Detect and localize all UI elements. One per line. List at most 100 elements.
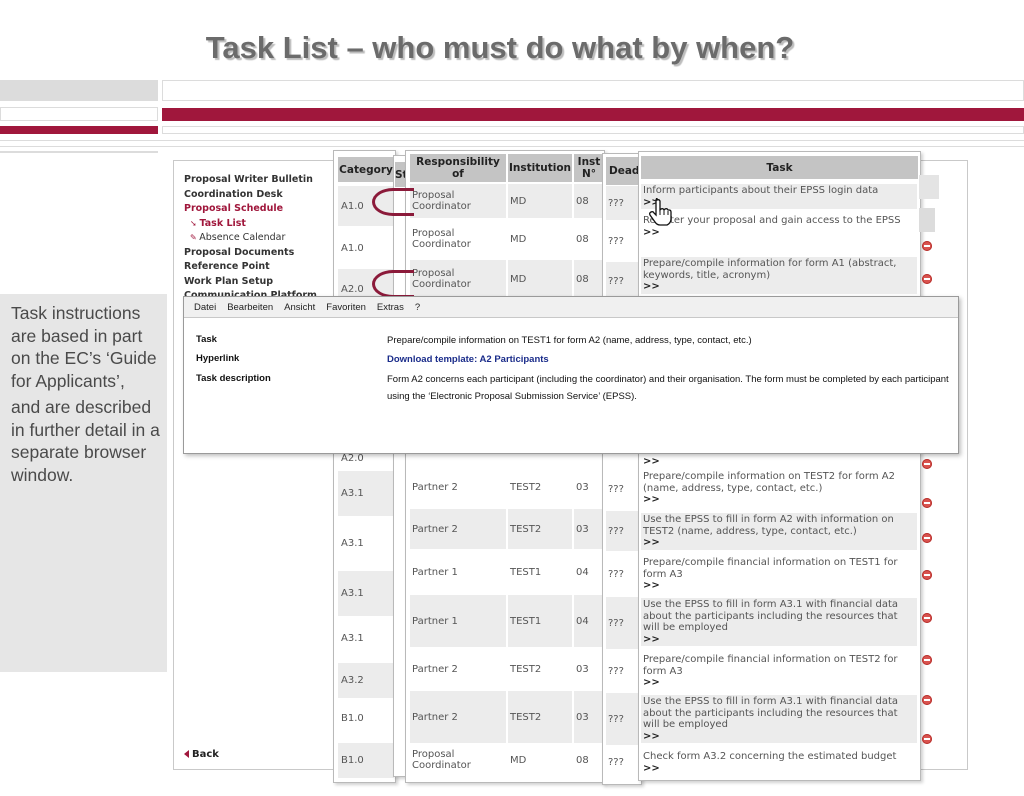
deadline-cell: ??? bbox=[608, 235, 624, 247]
decor-bar-red-left bbox=[0, 126, 158, 134]
nav-item-workplan[interactable]: Work Plan Setup bbox=[184, 275, 317, 290]
institution-cell: TEST2 bbox=[510, 663, 542, 675]
delete-icon[interactable] bbox=[922, 570, 932, 580]
deadline-panel: Dead ?????????????????????????????? bbox=[602, 153, 642, 785]
task-cell[interactable]: Prepare/compile information for form A1 … bbox=[641, 257, 917, 294]
decor-bar-gray-left bbox=[0, 80, 158, 101]
task-text: Prepare/compile information on TEST2 for… bbox=[643, 471, 895, 494]
menu-datei[interactable]: Datei bbox=[194, 302, 216, 313]
menu-favoriten[interactable]: Favoriten bbox=[326, 302, 366, 313]
nav-item-reference[interactable]: Reference Point bbox=[184, 260, 317, 275]
deadline-cell: ??? bbox=[608, 483, 624, 495]
delete-icon[interactable] bbox=[922, 734, 932, 744]
task-value: Prepare/compile information on TEST1 for… bbox=[387, 335, 752, 346]
category-cell: B1.0 bbox=[341, 713, 364, 724]
pencil-icon: ✎ bbox=[190, 233, 200, 242]
inst-no-cell: 03 bbox=[576, 481, 589, 493]
deadline-header[interactable]: Dead bbox=[606, 157, 641, 185]
deadline-cell: ??? bbox=[606, 511, 640, 551]
task-cell[interactable]: Prepare/compile financial information on… bbox=[641, 653, 917, 690]
deadline-cell: ??? bbox=[606, 597, 640, 649]
nav-item-bulletin[interactable]: Proposal Writer Bulletin bbox=[184, 173, 317, 188]
task-cell[interactable]: Check form A3.2 concerning the estimated… bbox=[641, 750, 917, 775]
more-link[interactable]: >> bbox=[643, 731, 660, 742]
responsibility-header[interactable]: Responsibility of bbox=[410, 154, 506, 182]
task-cell[interactable]: Use the EPSS to fill in form A3.1 with f… bbox=[641, 598, 917, 646]
responsibility-cell: Partner 2 bbox=[410, 691, 506, 743]
task-text: Prepare/compile financial information on… bbox=[643, 557, 898, 580]
institution-cell: TEST2 bbox=[510, 481, 542, 493]
delete-icon[interactable] bbox=[922, 695, 932, 705]
download-template-link[interactable]: Download template: A2 Participants bbox=[387, 351, 952, 368]
inst-no-cell: 04 bbox=[574, 595, 604, 647]
delete-icon[interactable] bbox=[922, 241, 932, 251]
delete-icon[interactable] bbox=[922, 655, 932, 665]
side-note-para1: Task instructions are based in part on t… bbox=[11, 303, 157, 391]
inst-no-header[interactable]: Inst N° bbox=[574, 154, 604, 182]
nav-item-absence[interactable]: ✎ Absence Calendar bbox=[184, 231, 317, 246]
delete-icon[interactable] bbox=[922, 613, 932, 623]
delete-icon[interactable] bbox=[922, 459, 932, 469]
delete-icon[interactable] bbox=[922, 533, 932, 543]
institution-cell: TEST1 bbox=[508, 595, 572, 647]
institution-header[interactable]: Institution bbox=[508, 154, 572, 182]
responsibility-cell: Partner 1 bbox=[412, 566, 458, 578]
more-link[interactable]: >> bbox=[643, 677, 660, 688]
nav-item-absence-label: Absence Calendar bbox=[199, 232, 286, 243]
back-link[interactable]: Back bbox=[184, 749, 219, 760]
responsibility-cell: Partner 2 bbox=[412, 481, 458, 493]
task-panel: Task Inform participants about their EPS… bbox=[638, 151, 921, 781]
delete-icon[interactable] bbox=[922, 274, 932, 284]
more-link[interactable]: >> bbox=[643, 494, 660, 505]
institution-cell: MD bbox=[508, 184, 572, 218]
decor-bar-line-left bbox=[0, 107, 158, 121]
menu-bearbeiten[interactable]: Bearbeiten bbox=[227, 302, 273, 313]
more-link[interactable]: >> bbox=[643, 537, 660, 548]
task-cell[interactable]: Use the EPSS to fill in form A2 with inf… bbox=[641, 513, 917, 550]
menu-extras[interactable]: Extras bbox=[377, 302, 404, 313]
task-cell[interactable]: Register your proposal and gain access t… bbox=[641, 214, 917, 239]
more-link[interactable]: >> bbox=[643, 763, 660, 774]
responsibility-cell: Proposal Coordinator bbox=[410, 260, 506, 298]
task-text: Use the EPSS to fill in form A3.1 with f… bbox=[643, 696, 899, 730]
nav-item-schedule[interactable]: Proposal Schedule bbox=[184, 202, 317, 217]
task-header[interactable]: Task bbox=[641, 156, 918, 179]
nav-item-documents[interactable]: Proposal Documents bbox=[184, 246, 317, 261]
inst-no-cell: 04 bbox=[576, 566, 589, 578]
decor-bar-thin-1 bbox=[0, 140, 1024, 141]
decor-bar-red-right bbox=[162, 108, 1024, 121]
nav-item-task-list[interactable]: ➘ Task List bbox=[184, 217, 317, 232]
nav-item-coordination[interactable]: Coordination Desk bbox=[184, 188, 317, 203]
menu-help[interactable]: ? bbox=[415, 302, 420, 313]
task-text: Inform participants about their EPSS log… bbox=[643, 185, 879, 196]
more-link[interactable]: >> bbox=[643, 634, 660, 645]
category-header[interactable]: Category bbox=[338, 157, 394, 182]
more-link[interactable]: >> bbox=[643, 227, 660, 238]
task-label: Task bbox=[196, 334, 217, 345]
task-cell[interactable]: Inform participants about their EPSS log… bbox=[641, 184, 917, 209]
menu-ansicht[interactable]: Ansicht bbox=[284, 302, 315, 313]
institution-cell: TEST2 bbox=[508, 509, 572, 549]
side-note: Task instructions are based in part on t… bbox=[0, 294, 167, 672]
inst-no-cell: 08 bbox=[574, 260, 604, 298]
task-cell[interactable]: Prepare/compile financial information on… bbox=[641, 556, 917, 593]
responsibility-cell: Proposal Coordinator bbox=[412, 749, 471, 771]
institution-cell: MD bbox=[510, 233, 527, 245]
task-description-label: Task description bbox=[196, 373, 271, 384]
inst-no-cell: 08 bbox=[574, 184, 604, 218]
delete-icon[interactable] bbox=[922, 498, 932, 508]
more-link[interactable]: >> bbox=[643, 580, 660, 591]
task-cell[interactable]: Use the EPSS to fill in form A3.1 with f… bbox=[641, 695, 917, 743]
more-link[interactable]: >> bbox=[643, 281, 660, 292]
decor-bar-thin-2 bbox=[0, 146, 1024, 147]
task-cell[interactable]: Prepare/compile information on TEST2 for… bbox=[641, 470, 917, 507]
hand-cursor-icon bbox=[648, 196, 674, 226]
inst-no-cell: 03 bbox=[576, 663, 589, 675]
category-cell: B1.0 bbox=[338, 743, 394, 778]
category-cell: A3.1 bbox=[338, 471, 394, 516]
deadline-cell: ??? bbox=[606, 693, 640, 745]
task-text: Check form A3.2 concerning the estimated… bbox=[643, 751, 897, 762]
responsibility-cell: Partner 1 bbox=[410, 595, 506, 647]
more-link[interactable]: >> bbox=[641, 455, 917, 469]
right-strip bbox=[919, 175, 939, 199]
